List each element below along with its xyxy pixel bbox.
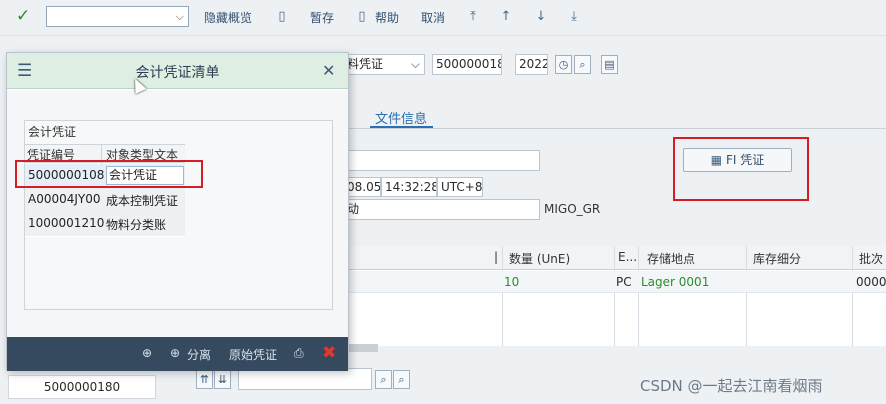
search-next-icon[interactable]: ⌕ [393,370,410,389]
transaction-label: MIGO_GR [544,202,601,216]
tab-file-info[interactable]: 文件信息 [375,108,427,127]
tab-separator [348,128,886,129]
align-bottom-icon[interactable]: ⇊ [214,370,231,389]
list-item[interactable]: 1000001210 物料分类账 [25,212,185,237]
column-header-storage-location[interactable]: 存储地点 [647,250,695,267]
new-document-icon[interactable]: ▯ [274,8,290,26]
enter-check-icon[interactable]: ✓ [16,6,30,26]
time-field[interactable]: 14:32:28 [381,177,437,197]
dialog-footer: ⊕ ⊕ 分离 原始凭证 ⎙ ✖ [7,337,348,371]
horizontal-scrollbar[interactable] [348,344,378,352]
column-divider [852,246,853,346]
close-icon[interactable]: ✕ [322,61,335,80]
accounting-document-list-dialog: ☰ 会计凭证清单 ✕ 会计凭证 凭证编号 对象类型文本 5000000108 会… [6,52,349,371]
items-table-header [348,246,886,270]
list-item[interactable]: A00004JY00 成本控制凭证 [25,188,185,213]
help-icon[interactable]: ▯ [354,8,370,26]
previous-page-icon[interactable]: ↑ [498,8,514,26]
document-number-field[interactable]: 5000000181 [432,54,502,75]
column-divider [746,246,747,346]
unit-cell[interactable]: PC [616,275,632,289]
search-icon[interactable]: ⌕ [574,55,591,74]
chevron-down-icon[interactable]: ⌵ [176,7,184,26]
split-button[interactable]: 分离 [187,346,211,363]
original-document-button[interactable]: 原始凭证 [229,346,277,363]
year-field[interactable]: 2022 [515,54,548,75]
column-header-unit[interactable]: E... [618,250,637,264]
document-list-item[interactable]: 5000000180 [8,375,156,399]
document-type-value: 料凭证 [347,57,384,71]
batch-cell[interactable]: 00000 [856,275,886,289]
align-top-icon[interactable]: ⇈ [196,370,213,389]
print-icon[interactable]: ⎙ [294,346,304,361]
column-divider [614,246,615,346]
delete-icon[interactable]: ✖ [322,343,336,363]
column-header-quantity[interactable]: 数量 (UnE) [509,250,570,267]
help-button[interactable]: 帮助 [375,9,399,26]
cancel-button[interactable]: 取消 [421,9,445,26]
doc-number-cell[interactable]: 1000001210 [28,216,104,230]
doc-number-cell[interactable]: A00004JY00 [28,192,104,206]
document-list-icon[interactable]: ▤ [601,55,618,74]
movement-text-field[interactable]: 动 [343,199,540,220]
header-text-field[interactable] [343,150,540,171]
history-icon[interactable]: ◷ [555,55,572,74]
document-type-select[interactable]: 料凭证 ⌵ [343,54,425,75]
chevron-down-icon[interactable]: ⌵ [411,55,420,73]
column-header-batch[interactable]: 批次 [859,250,883,267]
list-caption: 会计凭证 [28,125,77,139]
application-toolbar: ✓ ⌵ 隐藏概览 ▯ 暂存 ▯ 帮助 取消 ⤒ ↑ ↓ ⤓ [0,0,886,36]
storage-location-cell[interactable]: Lager 0001 [641,275,709,289]
quantity-cell[interactable]: 10 [504,275,519,289]
column-header-stock-segment[interactable]: 库存细分 [753,250,801,267]
timezone-field[interactable]: UTC+8 [437,177,483,197]
dialog-header: ☰ 会计凭证清单 ✕ [7,53,348,89]
column-header-partial: | [494,250,499,264]
command-field[interactable]: ⌵ [46,6,189,27]
search-icon[interactable]: ⌕ [375,370,392,389]
first-page-icon[interactable]: ⤒ [465,8,481,26]
csdn-watermark: CSDN @一起去江南看烟雨 [640,377,823,395]
object-type-cell[interactable]: 成本控制凭证 [106,192,178,209]
highlight-box-first-row [15,160,203,188]
last-page-icon[interactable]: ⤓ [566,8,582,26]
save-draft-button[interactable]: 暂存 [310,9,334,26]
highlight-box-fi-button [673,137,809,201]
column-divider [638,246,639,346]
dialog-title: 会计凭证清单 [135,65,220,81]
column-divider [502,246,503,346]
split-zoom-icon[interactable]: ⊕ [170,346,180,360]
next-page-icon[interactable]: ↓ [533,8,549,26]
object-type-cell[interactable]: 物料分类账 [106,216,166,233]
item-search-input[interactable] [238,368,372,390]
hide-overview-button[interactable]: 隐藏概览 [204,9,252,26]
zoom-icon[interactable]: ⊕ [142,346,152,360]
